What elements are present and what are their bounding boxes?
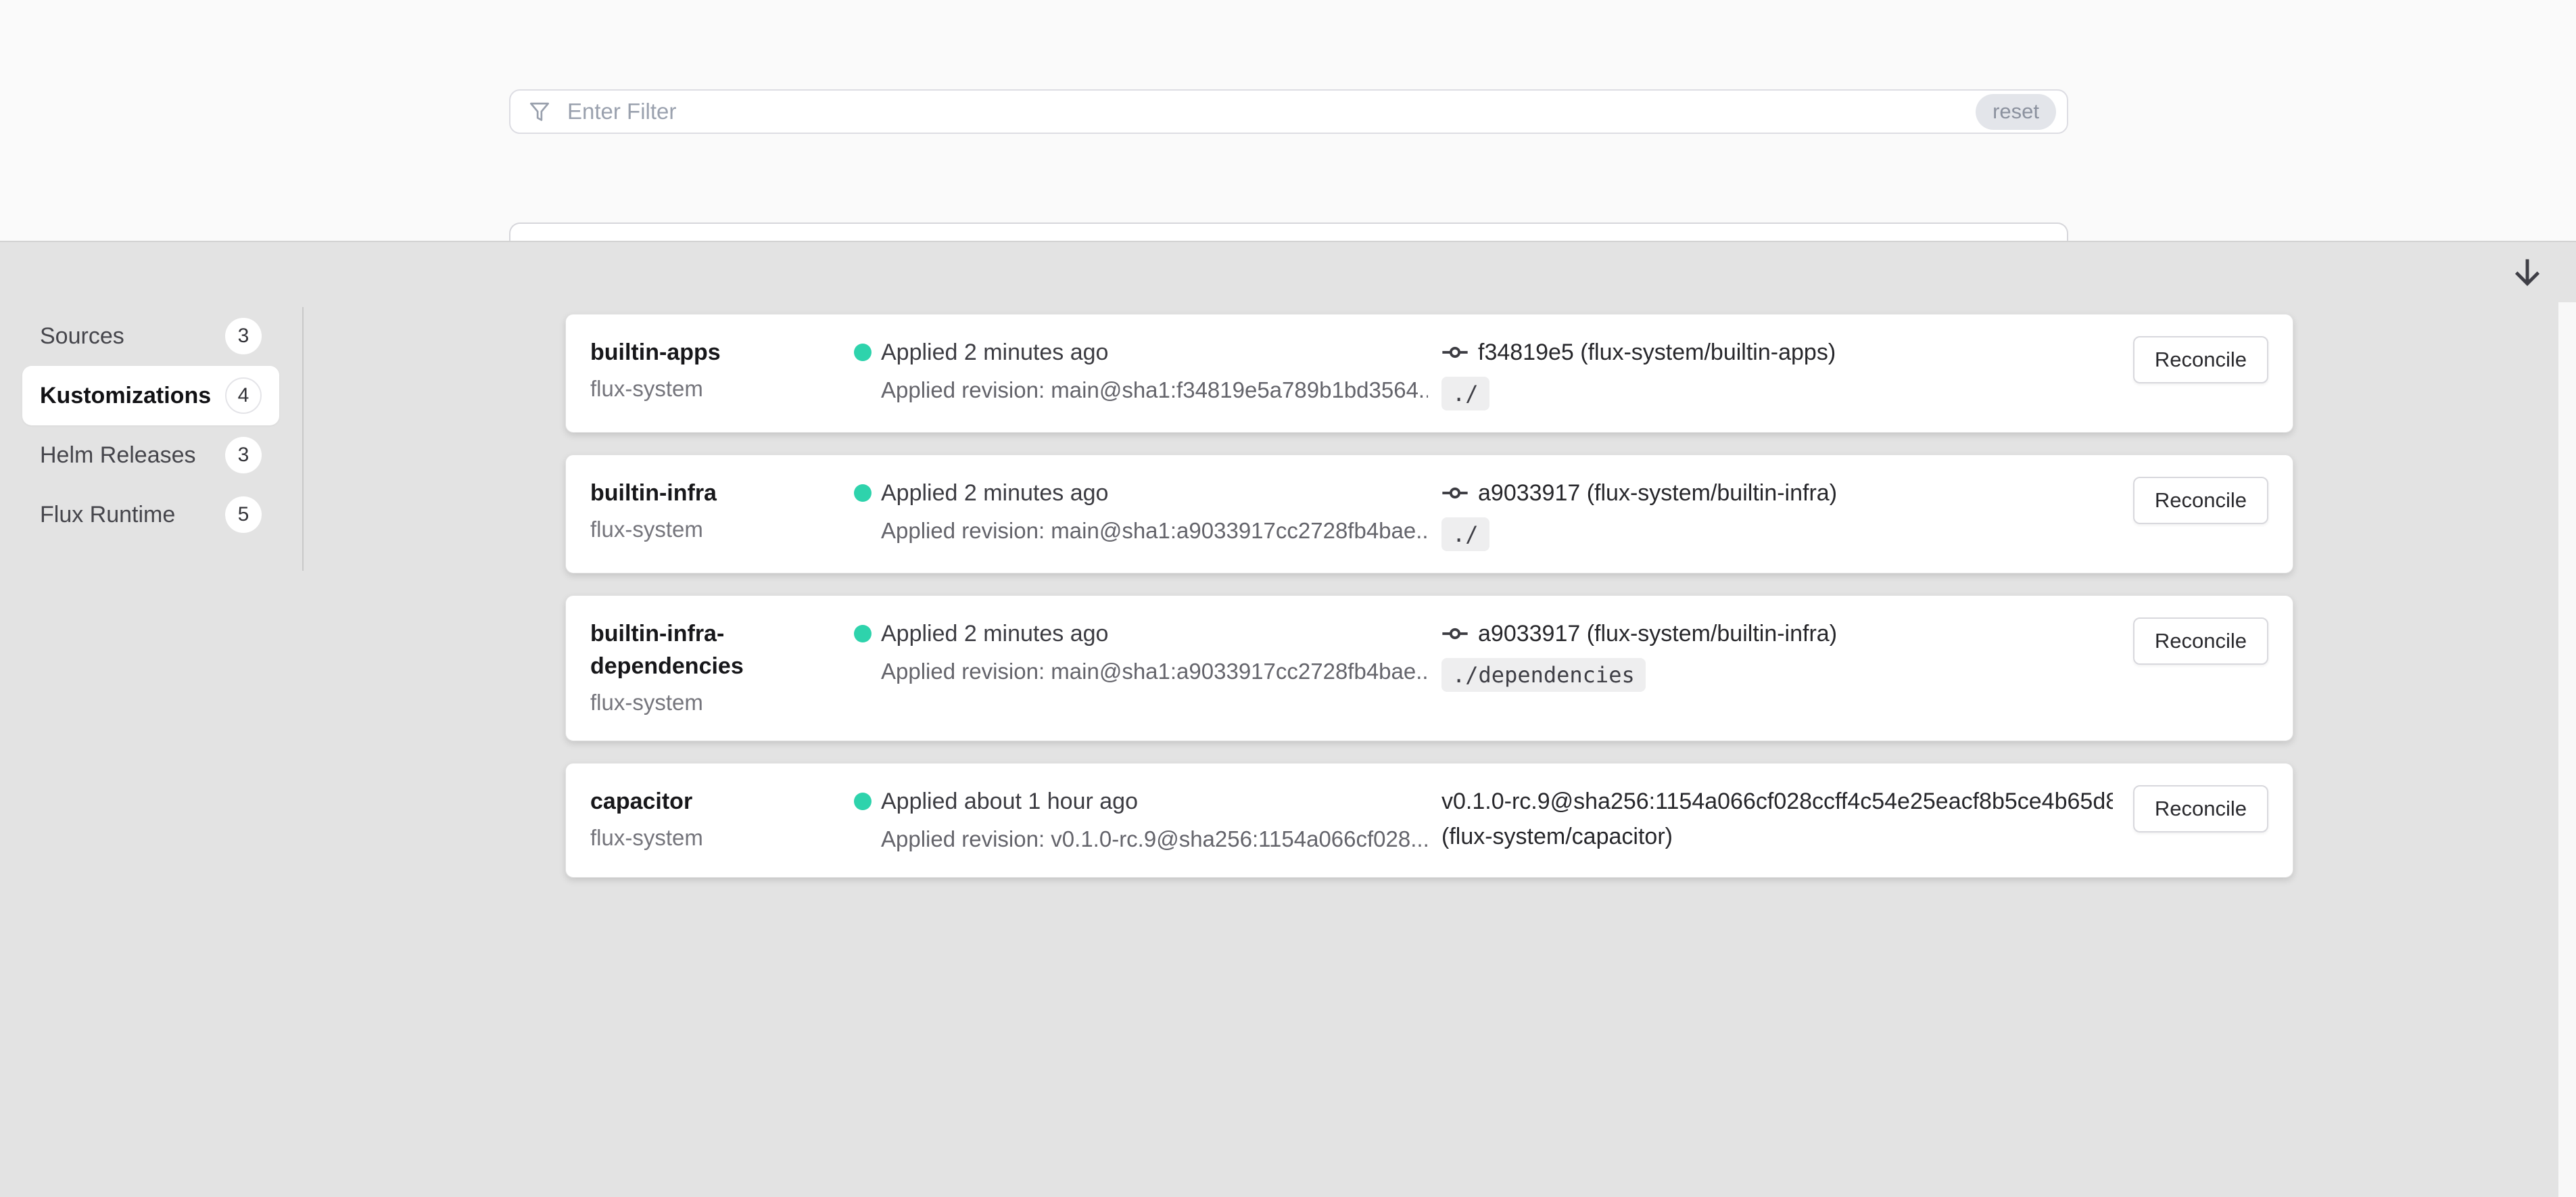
status-column: Applied 2 minutes ago Applied revision: …: [854, 477, 1441, 547]
ref-text: f34819e5 (flux-system/builtin-apps): [1478, 339, 1836, 366]
status-text: Applied 2 minutes ago: [881, 480, 1108, 507]
scrollbar-track[interactable]: [2558, 302, 2576, 1197]
sidebar-item-label: Flux Runtime: [40, 502, 175, 528]
name-column: capacitor flux-system: [590, 785, 854, 854]
reconcile-button[interactable]: Reconcile: [2133, 617, 2268, 665]
reconcile-button[interactable]: Reconcile: [2133, 477, 2268, 524]
status-dot: [854, 484, 872, 502]
revision-column: a9033917 (flux-system/builtin-infra) ./: [1441, 477, 2133, 551]
sidebar-item-helm-releases[interactable]: Helm Releases 3: [22, 425, 279, 485]
kustomization-card: builtin-infra flux-system Applied 2 minu…: [565, 454, 2293, 573]
status-column: Applied 2 minutes ago Applied revision: …: [854, 336, 1441, 406]
sidebar-item-count-badge: 3: [225, 437, 262, 473]
sidebar-item-count-badge: 4: [225, 377, 262, 414]
reconcile-button[interactable]: Reconcile: [2133, 336, 2268, 383]
status-column: Applied 2 minutes ago Applied revision: …: [854, 617, 1441, 688]
kustomization-name: builtin-infra: [590, 477, 840, 509]
path-badge: ./dependencies: [1441, 658, 1646, 692]
kustomization-list: builtin-apps flux-system Applied 2 minut…: [565, 314, 2293, 878]
ref-text: a9033917 (flux-system/builtin-infra): [1478, 621, 1837, 647]
revision-column: v0.1.0-rc.9@sha256:1154a066cf028ccff4c54…: [1441, 785, 2133, 853]
collapse-panel-button[interactable]: [2508, 253, 2546, 291]
kustomization-card: builtin-apps flux-system Applied 2 minut…: [565, 314, 2293, 433]
path-badge: ./: [1441, 377, 1489, 410]
sidebar-item-label: Sources: [40, 323, 124, 350]
panel-sidebar: Sources 3 Kustomizations 4 Helm Releases…: [22, 306, 279, 544]
status-column: Applied about 1 hour ago Applied revisio…: [854, 785, 1441, 855]
reset-button[interactable]: reset: [1976, 94, 2056, 130]
ref-suffix: (flux-system/capacitor): [1441, 820, 2113, 853]
arrow-down-icon: [2508, 253, 2546, 291]
status-text: Applied 2 minutes ago: [881, 339, 1108, 366]
status-text: Applied 2 minutes ago: [881, 621, 1108, 647]
filter-input[interactable]: [567, 99, 1976, 124]
ref-text: v0.1.0-rc.9@sha256:1154a066cf028ccff4c54…: [1441, 789, 2113, 815]
kustomization-card: capacitor flux-system Applied about 1 ho…: [565, 763, 2293, 878]
sidebar-item-label: Kustomizations: [40, 383, 211, 409]
status-dot: [854, 344, 872, 361]
kustomization-name: builtin-infra-dependencies: [590, 617, 840, 682]
kustomization-namespace: flux-system: [590, 822, 840, 854]
git-commit-icon: [1441, 339, 1469, 366]
sidebar-item-count-badge: 5: [225, 496, 262, 533]
sidebar-item-flux-runtime[interactable]: Flux Runtime 5: [22, 485, 279, 544]
kustomization-name: capacitor: [590, 785, 840, 818]
status-dot: [854, 625, 872, 642]
applied-revision: Applied revision: main@sha1:a9033917cc27…: [881, 655, 1428, 688]
status-text: Applied about 1 hour ago: [881, 789, 1138, 815]
name-column: builtin-infra-dependencies flux-system: [590, 617, 854, 719]
applied-revision: Applied revision: v0.1.0-rc.9@sha256:115…: [881, 823, 1428, 855]
sidebar-item-kustomizations[interactable]: Kustomizations 4: [22, 366, 279, 425]
kustomization-namespace: flux-system: [590, 513, 840, 546]
revision-column: f34819e5 (flux-system/builtin-apps) ./: [1441, 336, 2133, 410]
applied-revision: Applied revision: main@sha1:a9033917cc27…: [881, 515, 1428, 547]
name-column: builtin-infra flux-system: [590, 477, 854, 546]
filter-funnel-icon: [527, 99, 552, 124]
kustomization-namespace: flux-system: [590, 373, 840, 405]
flux-panel: Sources 3 Kustomizations 4 Helm Releases…: [0, 241, 2576, 1197]
ref-text: a9033917 (flux-system/builtin-infra): [1478, 480, 1837, 507]
sidebar-item-count-badge: 3: [225, 318, 262, 354]
kustomization-name: builtin-apps: [590, 336, 840, 369]
git-commit-icon: [1441, 479, 1469, 507]
filter-bar: reset: [509, 89, 2068, 134]
applied-revision: Applied revision: main@sha1:f34819e5a789…: [881, 374, 1428, 406]
kustomization-card: builtin-infra-dependencies flux-system A…: [565, 595, 2293, 741]
sidebar-item-label: Helm Releases: [40, 442, 196, 469]
git-commit-icon: [1441, 620, 1469, 647]
revision-column: a9033917 (flux-system/builtin-infra) ./d…: [1441, 617, 2133, 692]
path-badge: ./: [1441, 517, 1489, 551]
reconcile-button[interactable]: Reconcile: [2133, 785, 2268, 832]
kustomization-namespace: flux-system: [590, 686, 840, 719]
name-column: builtin-apps flux-system: [590, 336, 854, 405]
sidebar-item-sources[interactable]: Sources 3: [22, 306, 279, 366]
status-dot: [854, 793, 872, 810]
sidebar-divider: [302, 307, 304, 571]
